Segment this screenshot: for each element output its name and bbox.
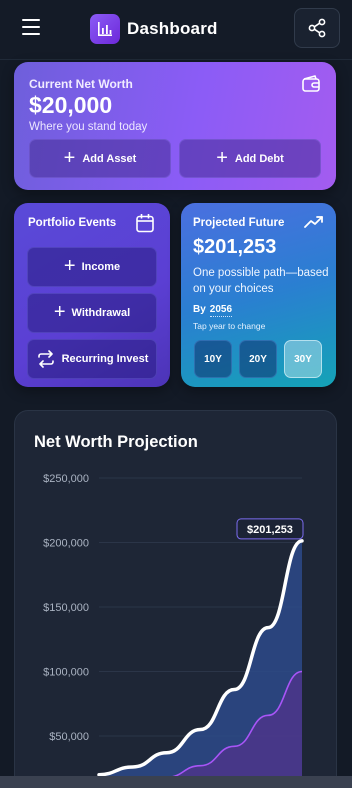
y-tick-label: $150,000 [43, 602, 89, 614]
app-header: Dashboard [0, 0, 352, 60]
plus-icon: + [63, 146, 76, 169]
net-worth-label: Current Net Worth [29, 77, 133, 91]
add-asset-button[interactable]: + Add Asset [29, 139, 171, 178]
projection-year-link[interactable]: 2056 [209, 304, 233, 317]
repeat-icon [37, 350, 54, 368]
share-button[interactable] [294, 8, 340, 48]
bottom-scroll-edge [0, 776, 352, 788]
add-asset-label: Add Asset [82, 152, 137, 165]
wallet-icon[interactable] [300, 73, 322, 100]
plus-icon: + [63, 255, 76, 277]
share-icon [308, 18, 326, 38]
net-worth-card: Current Net Worth $20,000 Where you stan… [14, 62, 336, 190]
trending-up-icon [304, 215, 324, 234]
by-label: By [193, 304, 206, 315]
horizon-20y-button[interactable]: 20Y [239, 340, 277, 378]
plus-icon: + [53, 301, 66, 323]
page-title: Dashboard [127, 19, 218, 38]
projected-future-value: $201,253 [193, 236, 277, 258]
y-tick-label: $250,000 [43, 473, 89, 485]
income-label: Income [81, 261, 121, 273]
income-button[interactable]: + Income [27, 247, 157, 287]
net-worth-projection-card: Net Worth Projection $250,000 $200,000 $15… [14, 410, 337, 788]
y-tick-label: $50,000 [49, 731, 89, 743]
net-worth-subtitle: Where you stand today [29, 121, 148, 133]
hamburger-menu-icon[interactable] [19, 19, 43, 41]
calendar-icon[interactable] [134, 212, 156, 239]
year-hint: Tap year to change [193, 321, 266, 331]
add-debt-label: Add Debt [234, 152, 284, 165]
bar-chart-icon [90, 14, 120, 44]
horizon-30y-button[interactable]: 30Y [284, 340, 322, 378]
withdrawal-label: Withdrawal [71, 307, 131, 319]
net-worth-value: $20,000 [29, 92, 113, 118]
withdrawal-button[interactable]: + Withdrawal [27, 293, 157, 333]
y-tick-label: $200,000 [43, 538, 89, 550]
portfolio-events-card: Portfolio Events + Income + Withdrawal R… [14, 203, 170, 387]
recurring-invest-button[interactable]: Recurring Invest [27, 339, 157, 379]
plus-icon: + [216, 146, 228, 169]
value-callout-label: $201,253 [247, 524, 293, 536]
horizon-10y-button[interactable]: 10Y [194, 340, 232, 378]
y-tick-label: $100,000 [43, 667, 89, 679]
portfolio-events-title: Portfolio Events [28, 217, 117, 229]
projection-chart: $250,000 $200,000 $150,000 $100,000 $50,000 $… [43, 473, 304, 788]
add-debt-button[interactable]: + Add Debt [179, 139, 321, 178]
projected-future-card: Projected Future $201,253 One possible p… [181, 203, 336, 387]
projected-future-description: One possible path—based on your choices [193, 267, 329, 295]
projected-future-title: Projected Future [193, 217, 285, 229]
projection-year-row: By 2056 [193, 304, 233, 317]
recurring-invest-label: Recurring Invest [61, 353, 149, 365]
